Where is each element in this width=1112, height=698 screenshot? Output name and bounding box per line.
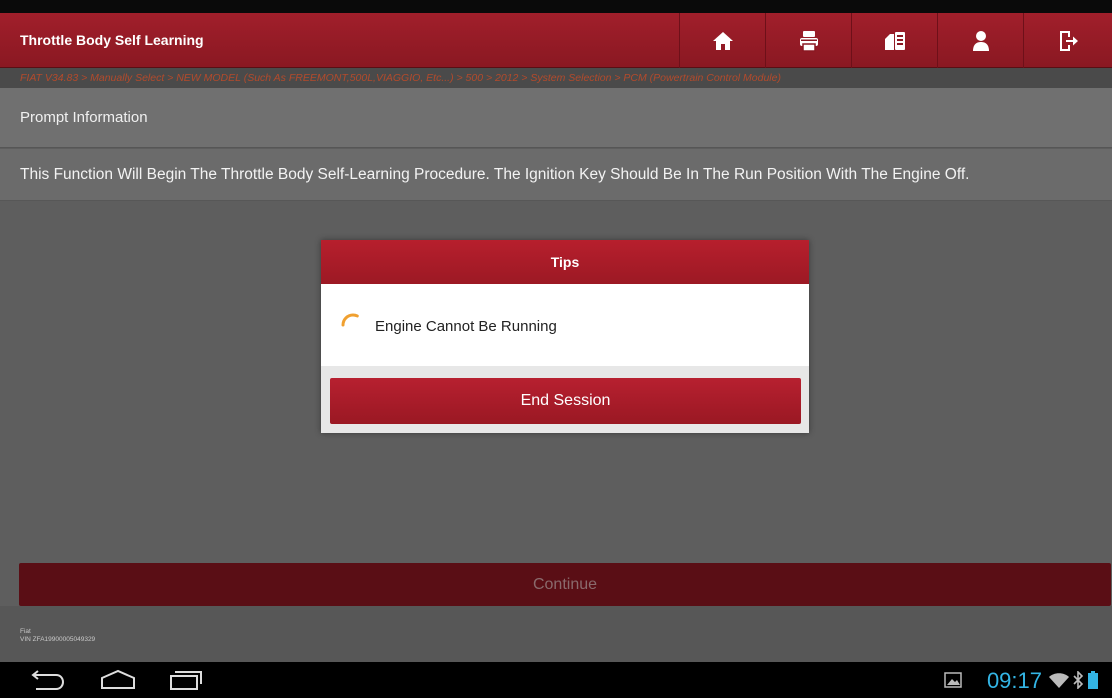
status-clock: 09:17: [986, 668, 1042, 693]
battery-icon: [1088, 671, 1098, 689]
system-nav-bar: 09:17: [0, 662, 1112, 698]
home-icon: [712, 31, 733, 50]
dialog-body: Engine Cannot Be Running: [321, 284, 809, 366]
exit-button[interactable]: [1023, 13, 1112, 68]
page-title: Throttle Body Self Learning: [20, 32, 204, 48]
title-bar: Throttle Body Self Learning: [0, 13, 1112, 68]
prompt-header: Prompt Information: [0, 88, 1112, 148]
home-outline-icon: [101, 669, 135, 689]
breadcrumb: FIAT V34.83 > Manually Select > NEW MODE…: [0, 68, 1112, 88]
vehicle-info: Fiat VIN ZFA19900005049329: [0, 606, 1112, 662]
back-icon: [31, 670, 65, 690]
loading-spinner-icon: [341, 313, 365, 327]
report-icon: [884, 31, 905, 50]
dialog-message: Engine Cannot Be Running: [375, 318, 557, 335]
user-icon: [972, 30, 989, 51]
home-nav-button[interactable]: [90, 666, 146, 694]
exit-icon: [1060, 30, 1078, 51]
end-session-button[interactable]: End Session: [330, 378, 801, 424]
dialog-title: Tips: [321, 240, 809, 284]
tips-dialog: Tips Engine Cannot Be Running End Sessio…: [321, 240, 809, 433]
user-button[interactable]: [937, 13, 1023, 68]
vehicle-vin: VIN ZFA19900005049329: [20, 636, 96, 643]
recent-apps-icon: [170, 671, 202, 690]
print-icon: [799, 30, 818, 52]
continue-button[interactable]: Continue: [19, 563, 1111, 606]
bluetooth-icon: [1073, 671, 1084, 689]
vehicle-make: Fiat: [20, 628, 31, 635]
wifi-icon: [1049, 673, 1069, 688]
gallery-notification-icon: [944, 672, 962, 688]
top-strip: [0, 0, 1112, 13]
prompt-text: This Function Will Begin The Throttle Bo…: [0, 149, 1112, 201]
home-button[interactable]: [679, 13, 765, 68]
back-button[interactable]: [20, 666, 76, 694]
report-button[interactable]: [851, 13, 937, 68]
recent-apps-button[interactable]: [158, 666, 214, 694]
print-button[interactable]: [765, 13, 851, 68]
